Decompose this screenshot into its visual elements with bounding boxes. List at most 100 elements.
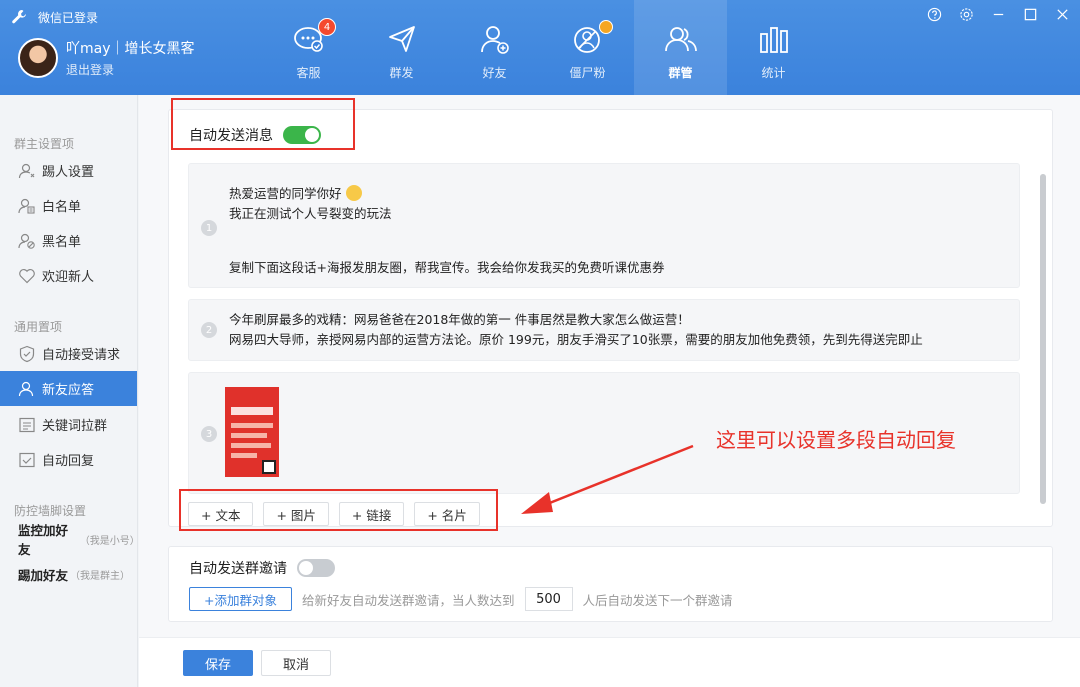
scrollbar-thumb[interactable] — [1040, 174, 1046, 504]
sidebar-item-note: （我是小号） — [79, 535, 140, 547]
sidebar-item-whitelist[interactable]: 白名单 — [0, 188, 137, 223]
poster-image[interactable] — [225, 387, 279, 477]
annotation-arrow-icon — [521, 444, 694, 514]
nav-zombie-fans[interactable]: 僵尸粉 — [541, 0, 634, 95]
message-item-1[interactable]: 1 热爱运营的同学你好 我正在测试个人号裂变的玩法 复制下面这段话+海报发朋友圈… — [188, 163, 1020, 288]
message-line: 热爱运营的同学你好 — [229, 186, 342, 201]
nav-label: 客服 — [296, 66, 321, 80]
nav-group-manage[interactable]: 群管 — [634, 0, 727, 95]
sidebar-item-kick[interactable]: 踢人设置 — [0, 153, 137, 188]
user-profile: 吖may｜增长女黑客 退出登录 — [18, 38, 195, 78]
nav-friends[interactable]: 好友 — [448, 0, 541, 95]
keyword-icon — [19, 417, 35, 432]
send-icon — [388, 26, 415, 52]
close-icon[interactable] — [1054, 6, 1070, 22]
nav-customer-service[interactable]: 4 客服 — [262, 0, 355, 95]
whitelist-icon — [18, 198, 35, 214]
main-nav: 4 客服 群发 好友 僵尸粉 群管 统计 — [262, 0, 820, 95]
group-icon — [664, 27, 697, 52]
sidebar-item-label: 白名单 — [42, 200, 82, 215]
sidebar-item-monitor-add[interactable]: 监控加好友 （我是小号） — [0, 522, 140, 557]
add-group-button[interactable]: +添加群对象 — [189, 587, 292, 611]
save-button[interactable]: 保存 — [183, 650, 253, 676]
sidebar-item-label: 踢人设置 — [42, 165, 95, 180]
maximize-icon[interactable] — [1022, 6, 1038, 22]
stats-icon — [759, 27, 788, 53]
group-invite-card: 自动发送群邀请 +添加群对象 给新好友自动发送群邀请，当人数达到 人后自动发送下… — [168, 546, 1053, 622]
invite-row: 自动发送群邀请 — [189, 558, 335, 578]
nav-label: 僵尸粉 — [569, 66, 606, 80]
message-line: 今年刷屏最多的戏精：网易爸爸在2018年做的第一 件事居然是教大家怎么做运营！ — [229, 312, 690, 327]
invite-text-after: 人后自动发送下一个群邀请 — [582, 592, 733, 608]
section-title-group-owner: 群主设置项 — [14, 137, 75, 151]
message-item-2[interactable]: 2 今年刷屏最多的戏精：网易爸爸在2018年做的第一 件事居然是教大家怎么做运营… — [188, 299, 1020, 361]
highlight-box-toggle — [171, 98, 355, 150]
help-icon[interactable] — [926, 6, 942, 22]
invite-toggle[interactable] — [297, 559, 335, 577]
section-title-general: 通用置项 — [14, 320, 63, 334]
user-name: 吖may｜增长女黑客 — [66, 41, 195, 57]
invite-label: 自动发送群邀请 — [189, 561, 287, 577]
nav-mass-send[interactable]: 群发 — [355, 0, 448, 95]
sidebar-item-blacklist[interactable]: 黑名单 — [0, 223, 137, 258]
blacklist-icon — [18, 233, 35, 249]
message-text: 热爱运营的同学你好 我正在测试个人号裂变的玩法 复制下面这段话+海报发朋友圈，帮… — [229, 184, 664, 278]
add-friend-icon — [480, 26, 509, 54]
minimize-icon[interactable] — [990, 6, 1006, 22]
avatar[interactable] — [18, 38, 58, 78]
clock-icon — [599, 20, 613, 34]
scrollbar-track[interactable] — [1040, 174, 1046, 504]
sidebar-item-label: 自动回复 — [42, 454, 95, 469]
message-line: 复制下面这段话+海报发朋友圈，帮我宣传。我会给你发我买的免费听课优惠券 — [229, 260, 665, 275]
sidebar-item-note: （我是群主） — [70, 570, 131, 582]
message-line: 网易四大导师，亲授网易内部的运营方法论。原价 199元，朋友手滑买了10张票，需… — [229, 332, 923, 347]
sidebar-item-label: 欢迎新人 — [42, 270, 95, 285]
sidebar-item-label: 监控加好友 — [18, 523, 69, 557]
message-index: 1 — [201, 220, 217, 236]
footer-actions: 保存 取消 — [139, 637, 1080, 687]
login-status: 微信已登录 — [38, 10, 99, 25]
window-controls — [926, 6, 1070, 22]
message-text: 今年刷屏最多的戏精：网易爸爸在2018年做的第一 件事居然是教大家怎么做运营！ … — [229, 310, 923, 350]
sidebar-item-keyword-invite[interactable]: 关键词拉群 — [0, 407, 137, 442]
app-title-bar: 微信已登录 — [10, 8, 98, 26]
sidebar-item-new-friend-reply[interactable]: 新友应答 — [0, 371, 137, 406]
sidebar-item-label: 关键词拉群 — [42, 419, 108, 434]
sidebar-item-welcome[interactable]: 欢迎新人 — [0, 258, 137, 293]
auto-reply-icon — [19, 452, 35, 467]
settings-icon[interactable] — [958, 6, 974, 22]
nav-label: 群发 — [389, 66, 414, 80]
main-content: 自动发送消息 1 热爱运营的同学你好 我正在测试个人号裂变的玩法 复制下面这段话… — [139, 95, 1080, 687]
new-friend-icon — [18, 381, 34, 396]
cancel-button[interactable]: 取消 — [261, 650, 331, 676]
sidebar-item-auto-reply[interactable]: 自动回复 — [0, 442, 137, 477]
sidebar-item-label: 新友应答 — [42, 383, 95, 398]
sidebar-item-label: 踢加好友 — [18, 567, 69, 583]
shield-check-icon — [19, 345, 35, 362]
nav-statistics[interactable]: 统计 — [727, 0, 820, 95]
nav-label: 统计 — [761, 66, 786, 80]
sidebar-item-label: 自动接受请求 — [42, 348, 121, 363]
nav-label: 群管 — [668, 66, 693, 80]
invite-count-input[interactable] — [524, 587, 573, 611]
message-line: 我正在测试个人号裂变的玩法 — [229, 206, 392, 221]
app-header: 微信已登录 吖may｜增长女黑客 退出登录 4 客服 群发 好友 僵尸粉 群管 … — [0, 0, 1080, 95]
heart-icon — [19, 268, 35, 283]
highlight-box-buttons — [179, 489, 498, 531]
nav-label: 好友 — [482, 66, 507, 80]
invite-settings-line: +添加群对象 给新好友自动发送群邀请，当人数达到 人后自动发送下一个群邀请 — [189, 587, 733, 611]
wrench-icon[interactable] — [10, 8, 28, 26]
unread-badge: 4 — [318, 18, 336, 36]
section-title-protection: 防控墙脚设置 — [14, 504, 87, 518]
user-outline-icon — [18, 163, 35, 178]
emoji-icon — [345, 185, 362, 201]
message-line — [229, 224, 664, 258]
sidebar-item-kick-add[interactable]: 踢加好友 （我是群主） — [0, 557, 130, 591]
sidebar-item-auto-accept[interactable]: 自动接受请求 — [0, 336, 137, 371]
sidebar: 群主设置项 踢人设置 白名单 黑名单 欢迎新人 通用置项 自动接受请求 新友应答… — [0, 95, 140, 687]
logout-link[interactable]: 退出登录 — [66, 61, 195, 78]
sidebar-item-label: 黑名单 — [42, 235, 82, 250]
message-index: 3 — [201, 426, 217, 442]
message-index: 2 — [201, 322, 217, 338]
invite-text-before: 给新好友自动发送群邀请，当人数达到 — [301, 592, 515, 608]
